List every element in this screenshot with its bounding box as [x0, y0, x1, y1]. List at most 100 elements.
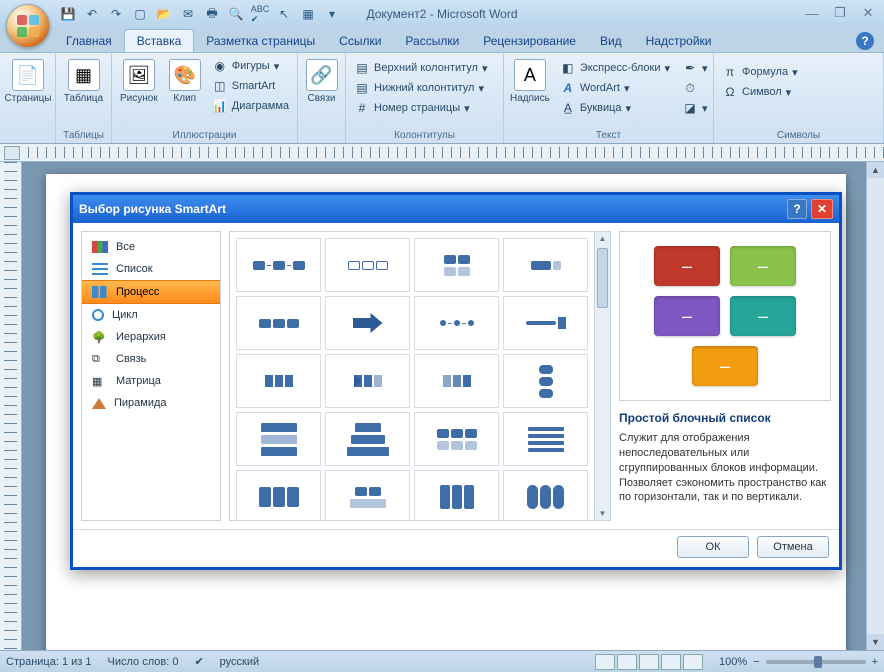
status-proofing-icon[interactable]: ✔ — [194, 655, 203, 668]
wordart-button[interactable]: AWordArt ▾ — [556, 79, 674, 97]
layout-thumb[interactable] — [236, 296, 321, 350]
shapes-button[interactable]: ◉Фигуры ▾ — [208, 57, 293, 75]
category-list[interactable]: Список — [82, 258, 220, 280]
tab-pagelayout[interactable]: Разметка страницы — [194, 30, 327, 52]
pages-button[interactable]: 📄 Страницы — [4, 55, 52, 108]
chart-button[interactable]: 📊Диаграмма — [208, 97, 293, 115]
scroll-down-icon[interactable]: ▼ — [867, 634, 884, 650]
layout-thumb[interactable] — [414, 296, 499, 350]
tab-home[interactable]: Главная — [54, 30, 124, 52]
tab-review[interactable]: Рецензирование — [471, 30, 588, 52]
tab-mailings[interactable]: Рассылки — [393, 30, 471, 52]
tab-insert[interactable]: Вставка — [124, 29, 195, 52]
view-draft[interactable] — [683, 654, 703, 670]
zoom-in-button[interactable]: + — [872, 656, 878, 668]
zoom-value[interactable]: 100% — [719, 656, 747, 668]
ok-button[interactable]: ОК — [677, 536, 749, 558]
vertical-ruler[interactable] — [0, 162, 22, 650]
spelling-icon[interactable]: ABC✔ — [250, 4, 270, 24]
tab-view[interactable]: Вид — [588, 30, 634, 52]
pagenumber-button[interactable]: #Номер страницы ▾ — [350, 99, 491, 117]
new-icon[interactable]: ▢ — [130, 4, 150, 24]
close-button[interactable]: ✕ — [858, 4, 878, 22]
horizontal-ruler[interactable] — [0, 144, 884, 162]
category-process[interactable]: Процесс — [82, 280, 220, 304]
help-icon[interactable]: ? — [856, 32, 874, 50]
layout-thumb[interactable] — [236, 412, 321, 466]
table-qat-icon[interactable]: ▦ — [298, 4, 318, 24]
undo-icon[interactable]: ↶ — [82, 4, 102, 24]
mail-icon[interactable]: ✉ — [178, 4, 198, 24]
category-cycle[interactable]: Цикл — [82, 304, 220, 326]
category-pyramid[interactable]: Пирамида — [82, 392, 220, 414]
scroll-up-icon[interactable]: ▲ — [867, 162, 884, 178]
zoom-slider[interactable] — [766, 660, 866, 664]
category-matrix[interactable]: ▦Матрица — [82, 370, 220, 392]
layout-thumb[interactable] — [236, 238, 321, 292]
layout-thumb[interactable] — [503, 412, 588, 466]
layout-thumb[interactable] — [236, 354, 321, 408]
minimize-button[interactable]: — — [802, 4, 822, 22]
layout-thumb[interactable] — [325, 412, 410, 466]
dialog-help-button[interactable]: ? — [787, 199, 807, 219]
layout-thumb[interactable] — [325, 238, 410, 292]
qat-customize-icon[interactable]: ▾ — [322, 4, 342, 24]
textbox-button[interactable]: A Надпись — [508, 55, 552, 108]
chart-label: Диаграмма — [232, 100, 289, 112]
office-button[interactable] — [6, 4, 50, 48]
layout-thumb[interactable] — [236, 470, 321, 521]
quickparts-button[interactable]: ◧Экспресс-блоки ▾ — [556, 59, 674, 77]
equation-button[interactable]: πФормула ▾ — [718, 63, 802, 81]
layout-thumb[interactable] — [503, 470, 588, 521]
footer-button[interactable]: ▤Нижний колонтитул ▾ — [350, 79, 491, 97]
zoom-out-button[interactable]: − — [753, 656, 759, 668]
open-icon[interactable]: 📂 — [154, 4, 174, 24]
symbol-button[interactable]: ΩСимвол ▾ — [718, 83, 802, 101]
preview-icon[interactable]: 🔍 — [226, 4, 246, 24]
layout-thumb[interactable] — [325, 354, 410, 408]
object-button[interactable]: ◪▾ — [678, 99, 712, 117]
dropcap-button[interactable]: A̲Буквица ▾ — [556, 99, 674, 117]
category-hierarchy[interactable]: 🌳Иерархия — [82, 326, 220, 348]
view-reading[interactable] — [617, 654, 637, 670]
dialog-close-button[interactable]: ✕ — [811, 199, 833, 219]
datetime-button[interactable]: ⏱ — [678, 79, 712, 97]
layout-thumb[interactable] — [325, 296, 410, 350]
view-outline[interactable] — [661, 654, 681, 670]
status-page[interactable]: Страница: 1 из 1 — [6, 656, 92, 668]
layout-thumb[interactable] — [325, 470, 410, 521]
smartart-button[interactable]: ◫SmartArt — [208, 77, 293, 95]
layout-thumb[interactable] — [503, 296, 588, 350]
pointer-icon[interactable]: ↖ — [274, 4, 294, 24]
signature-button[interactable]: ✒▾ — [678, 59, 712, 77]
dialog-titlebar[interactable]: Выбор рисунка SmartArt ? ✕ — [73, 195, 839, 223]
save-icon[interactable]: 💾 — [58, 4, 78, 24]
status-words[interactable]: Число слов: 0 — [108, 656, 179, 668]
view-web[interactable] — [639, 654, 659, 670]
header-button[interactable]: ▤Верхний колонтитул ▾ — [350, 59, 491, 77]
cancel-button[interactable]: Отмена — [757, 536, 829, 558]
layout-thumb[interactable] — [503, 354, 588, 408]
status-language[interactable]: русский — [220, 656, 259, 668]
maximize-button[interactable]: ❐ — [830, 4, 850, 22]
layout-thumb[interactable] — [414, 354, 499, 408]
tab-addins[interactable]: Надстройки — [634, 30, 724, 52]
ruler-corner[interactable] — [4, 146, 20, 160]
layout-thumb[interactable] — [414, 238, 499, 292]
quickprint-icon[interactable]: 🖶 — [202, 4, 222, 24]
vertical-scrollbar[interactable]: ▲ ▼ — [866, 162, 884, 650]
gallery-scrollbar[interactable] — [594, 232, 610, 520]
layout-thumb[interactable] — [414, 412, 499, 466]
table-button[interactable]: ▦ Таблица — [60, 55, 107, 108]
tab-references[interactable]: Ссылки — [327, 30, 393, 52]
clip-button[interactable]: 🎨 Клип — [166, 55, 204, 108]
layout-thumb[interactable] — [414, 470, 499, 521]
dialog-title: Выбор рисунка SmartArt — [79, 202, 226, 216]
picture-button[interactable]: 🖼 Рисунок — [116, 55, 162, 108]
redo-icon[interactable]: ↷ — [106, 4, 126, 24]
view-print-layout[interactable] — [595, 654, 615, 670]
category-all[interactable]: Все — [82, 236, 220, 258]
category-relationship[interactable]: ⧉Связь — [82, 348, 220, 370]
links-button[interactable]: 🔗 Связи — [302, 55, 341, 108]
layout-thumb[interactable] — [503, 238, 588, 292]
